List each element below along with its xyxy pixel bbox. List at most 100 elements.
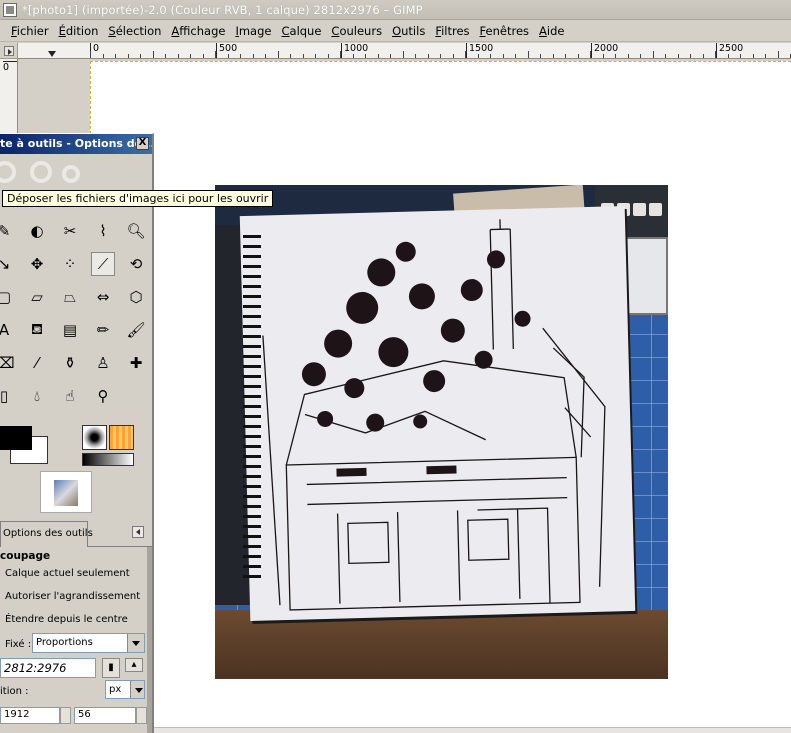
align-icon[interactable]: ⁘	[58, 252, 82, 276]
blur-icon[interactable]: 💧︎	[25, 384, 49, 408]
ruler-tick	[165, 54, 166, 58]
ruler-tick	[415, 54, 416, 58]
gradient-selector[interactable]	[82, 453, 134, 466]
scissors-select-icon[interactable]: ✂	[58, 219, 82, 243]
pencil-icon[interactable]: ✏	[91, 318, 115, 342]
sketch-page	[239, 206, 636, 621]
ruler-tick	[665, 54, 666, 58]
unit-value: px	[109, 684, 122, 695]
menu-fichier[interactable]: Fichier	[6, 24, 54, 38]
pointer-marker-icon	[48, 51, 56, 57]
ruler-tick	[540, 54, 541, 58]
foreground-color[interactable]	[0, 426, 32, 450]
airbrush-icon[interactable]: ⁄	[25, 351, 49, 375]
zoom-icon[interactable]: 🔍︎	[124, 219, 148, 243]
shear-icon[interactable]: ▱	[25, 285, 49, 309]
ruler-tick	[527, 51, 529, 58]
toolbox-title[interactable]: te à outils - Options de...	[0, 134, 152, 154]
menu-selection[interactable]: Sélection	[103, 24, 166, 38]
sketchbook-spiral	[243, 235, 261, 585]
menu-calque[interactable]: Calque	[276, 24, 326, 38]
wilber-eye-icon	[30, 161, 52, 183]
ruler-tick	[427, 54, 429, 58]
ruler-tick	[390, 54, 391, 58]
ink-icon[interactable]: ⚱	[58, 351, 82, 375]
menu-affichage[interactable]: Affichage	[166, 24, 230, 38]
option-current-layer-only[interactable]: Calque actuel seulement	[5, 568, 130, 579]
menu-image[interactable]: Image	[230, 24, 276, 38]
close-button[interactable]: X	[136, 137, 149, 150]
brush-selector[interactable]	[82, 425, 107, 450]
select-by-color-icon[interactable]: ◐	[25, 219, 49, 243]
fuzzy-select-icon[interactable]: ✎	[0, 219, 16, 243]
position-x-field[interactable]: 1912	[0, 707, 60, 724]
ruler-tick	[252, 54, 254, 58]
pattern-selector[interactable]	[109, 425, 134, 450]
dodge-burn-icon[interactable]: ⚲	[91, 384, 115, 408]
ruler-tick	[215, 51, 216, 58]
position-y-spinner[interactable]	[136, 707, 147, 724]
unit-select[interactable]: px	[105, 680, 145, 699]
chevron-down-icon	[127, 634, 144, 652]
option-expand-from-center[interactable]: Étendre depuis le centre	[5, 614, 128, 625]
ruler-tick	[640, 54, 641, 58]
color-picker-icon[interactable]: ⌇	[91, 219, 115, 243]
smudge-icon[interactable]: ☝	[58, 384, 82, 408]
landscape-button[interactable]: ▴	[125, 658, 143, 672]
position-x-spinner[interactable]	[60, 707, 71, 724]
fg-bg-colors[interactable]	[0, 424, 50, 466]
ruler-label: 0	[3, 61, 17, 73]
ruler-tick	[552, 54, 554, 58]
option-allow-growing[interactable]: Autoriser l'agrandissement	[5, 591, 140, 602]
menu-edition[interactable]: Édition	[54, 24, 104, 38]
portrait-button[interactable]: ▮	[102, 658, 120, 678]
text-icon[interactable]: A	[0, 318, 16, 342]
wilber-eye-icon	[0, 161, 16, 183]
move-icon[interactable]: ✥	[25, 252, 49, 276]
ruler-tick	[227, 54, 229, 58]
position-label: ition :	[0, 686, 29, 697]
ruler-tick	[152, 51, 154, 58]
aspect-ratio-field[interactable]: 2812:2976	[0, 658, 96, 678]
ruler-tick	[565, 54, 566, 58]
perspective-icon[interactable]: ⏢	[58, 285, 82, 309]
dock-tab-row: Options des outils	[0, 519, 152, 547]
tab-tool-options[interactable]: Options des outils	[0, 521, 93, 547]
eraser-icon[interactable]: ⌫	[0, 351, 16, 375]
menu-filtres[interactable]: Filtres	[430, 24, 474, 38]
scale-icon[interactable]: ▢	[0, 285, 16, 309]
menu-couleurs[interactable]: Couleurs	[326, 24, 387, 38]
bottom-ruler-strip	[154, 727, 791, 733]
blend-icon[interactable]: ▤	[58, 318, 82, 342]
position-y-field[interactable]: 56	[74, 707, 136, 724]
rotate-icon[interactable]: ⟲	[124, 252, 148, 276]
menu-outils[interactable]: Outils	[387, 24, 430, 38]
measure-icon[interactable]: ↘	[0, 252, 16, 276]
ruler-tick	[715, 51, 716, 58]
options-scrollbar[interactable]	[147, 547, 152, 733]
ruler-tick	[352, 54, 354, 58]
wilber-drop-area[interactable]	[0, 155, 152, 189]
paintbrush-icon[interactable]: 🖌︎	[124, 318, 148, 342]
fixed-label: Fixé :	[5, 639, 32, 650]
ruler-tick	[677, 54, 679, 58]
horizontal-ruler[interactable]: 0 500 1000 1500 2000 2500	[18, 43, 791, 59]
bucket-fill-icon[interactable]: ⛾	[25, 318, 49, 342]
tab-menu-button[interactable]	[132, 526, 144, 538]
perspective-clone-icon[interactable]: ▯	[0, 384, 16, 408]
flip-icon[interactable]: ⇔	[91, 285, 115, 309]
heal-icon[interactable]: ✚	[124, 351, 148, 375]
menu-fenetres[interactable]: Fenêtres	[475, 24, 535, 38]
quick-mask-toggle[interactable]	[0, 43, 18, 59]
clone-icon[interactable]: ♙	[91, 351, 115, 375]
vertical-ruler[interactable]: 0	[0, 59, 18, 139]
ruler-tick	[377, 54, 379, 58]
tool-options-panel: coupage Calque actuel seulement Autorise…	[0, 547, 152, 733]
menu-aide[interactable]: Aide	[534, 24, 569, 38]
canvas-image[interactable]	[215, 185, 668, 679]
crop-icon[interactable]: ⟋	[91, 252, 115, 276]
cage-transform-icon[interactable]: ⬡	[124, 285, 148, 309]
fixed-mode-select[interactable]: Proportions	[32, 633, 145, 653]
active-image-thumbnail[interactable]	[40, 471, 92, 513]
tooltip: Déposer les fichiers d'images ici pour l…	[2, 190, 274, 207]
